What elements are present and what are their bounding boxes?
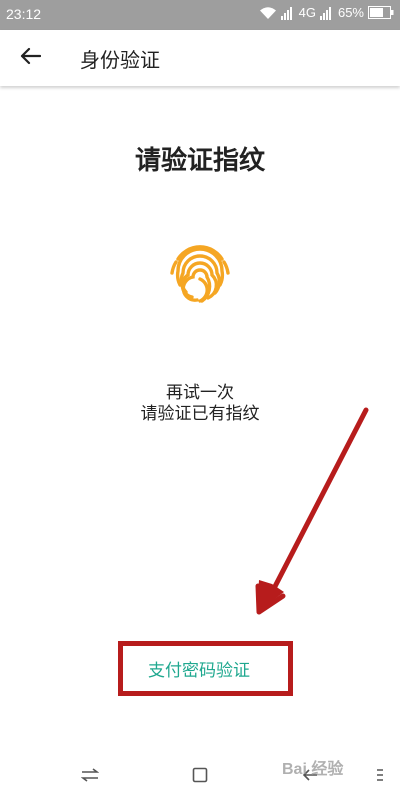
nav-bar (0, 750, 400, 800)
fingerprint-icon[interactable] (166, 237, 234, 305)
signal-icon (280, 6, 295, 20)
page-title: 身份验证 (80, 48, 160, 72)
battery-icon (368, 6, 394, 19)
battery-percent: 65% (337, 5, 364, 20)
status-time: 23:12 (6, 6, 42, 22)
status-icons: 4G 65% (259, 5, 394, 20)
back-button[interactable] (12, 40, 48, 76)
status-bar: 23:12 4G 65% (0, 0, 400, 30)
switch-icon[interactable] (78, 764, 102, 786)
app-bar: 身份验证 (0, 30, 400, 86)
verify-existing-message: 请验证已有指纹 (140, 404, 260, 424)
menu-icon[interactable] (368, 764, 392, 786)
arrow-left-icon (19, 47, 42, 69)
back-icon[interactable] (298, 764, 322, 786)
payment-password-link[interactable]: 支付密码验证 (148, 656, 250, 681)
home-square-icon[interactable] (188, 764, 212, 786)
verify-heading: 请验证指纹 (134, 146, 265, 176)
network-type: 4G (298, 5, 316, 20)
signal-icon-2 (319, 6, 334, 20)
wifi-icon (259, 6, 277, 20)
